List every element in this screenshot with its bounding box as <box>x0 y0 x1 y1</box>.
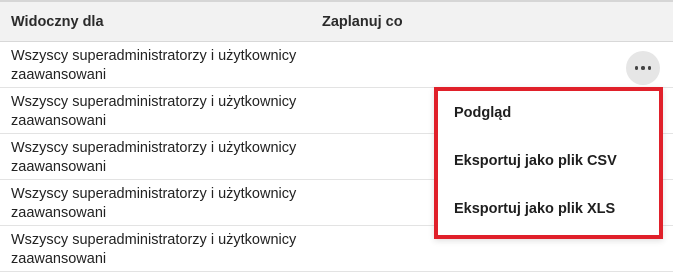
report-list-page: Widoczny dla Zaplanuj co Wszyscy superad… <box>0 0 673 278</box>
table-header: Widoczny dla Zaplanuj co <box>0 0 673 42</box>
column-header-visible-for[interactable]: Widoczny dla <box>11 14 104 30</box>
row-actions-button[interactable] <box>626 51 660 85</box>
cell-visible-for: Wszyscy superadministratorzy i użytkowni… <box>11 232 297 267</box>
column-header-schedule[interactable]: Zaplanuj co <box>322 14 403 30</box>
table-row: Wszyscy superadministratorzy i użytkowni… <box>0 42 673 88</box>
cell-visible-for: Wszyscy superadministratorzy i użytkowni… <box>11 48 297 83</box>
menu-item-export-csv[interactable]: Eksportuj jako plik CSV <box>454 153 617 169</box>
cell-visible-for: Wszyscy superadministratorzy i użytkowni… <box>11 94 297 129</box>
cell-visible-for: Wszyscy superadministratorzy i użytkowni… <box>11 140 297 175</box>
more-horizontal-icon <box>634 66 652 70</box>
cell-visible-for: Wszyscy superadministratorzy i użytkowni… <box>11 186 297 221</box>
menu-item-export-xls[interactable]: Eksportuj jako plik XLS <box>454 201 615 217</box>
row-actions-menu: Podgląd Eksportuj jako plik CSV Eksportu… <box>434 87 663 239</box>
menu-item-preview[interactable]: Podgląd <box>454 105 511 121</box>
